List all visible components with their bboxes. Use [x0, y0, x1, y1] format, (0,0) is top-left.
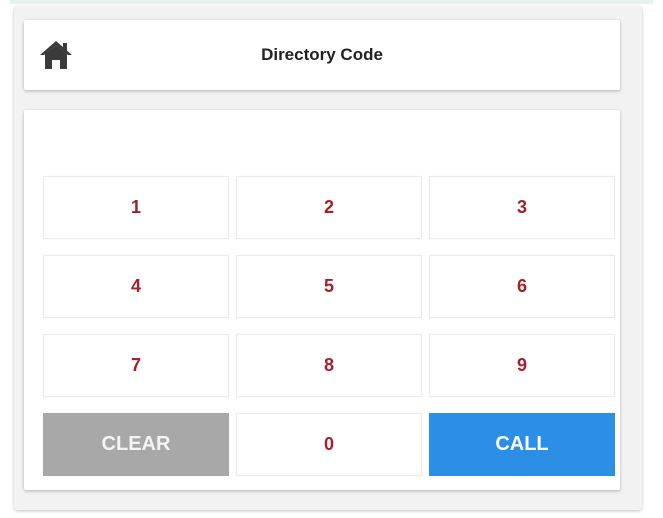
- key-1[interactable]: 1: [43, 176, 229, 239]
- key-7[interactable]: 7: [43, 334, 229, 397]
- key-5[interactable]: 5: [236, 255, 422, 318]
- code-display: [42, 118, 612, 168]
- keypad-panel: 1 2 3 4 5 6 7 8 9 CLEAR 0 CALL: [24, 110, 620, 490]
- top-accent-strip: [10, 0, 653, 4]
- key-4[interactable]: 4: [43, 255, 229, 318]
- header-bar: Directory Code: [24, 20, 620, 90]
- key-0[interactable]: 0: [236, 413, 422, 476]
- key-6[interactable]: 6: [429, 255, 615, 318]
- page-title: Directory Code: [261, 45, 383, 64]
- key-3[interactable]: 3: [429, 176, 615, 239]
- keypad: 1 2 3 4 5 6 7 8 9 CLEAR 0 CALL: [43, 176, 615, 476]
- home-icon: [40, 41, 72, 69]
- key-8[interactable]: 8: [236, 334, 422, 397]
- home-button[interactable]: [38, 39, 74, 71]
- clear-button[interactable]: CLEAR: [43, 413, 229, 476]
- key-2[interactable]: 2: [236, 176, 422, 239]
- key-9[interactable]: 9: [429, 334, 615, 397]
- call-button[interactable]: CALL: [429, 413, 615, 476]
